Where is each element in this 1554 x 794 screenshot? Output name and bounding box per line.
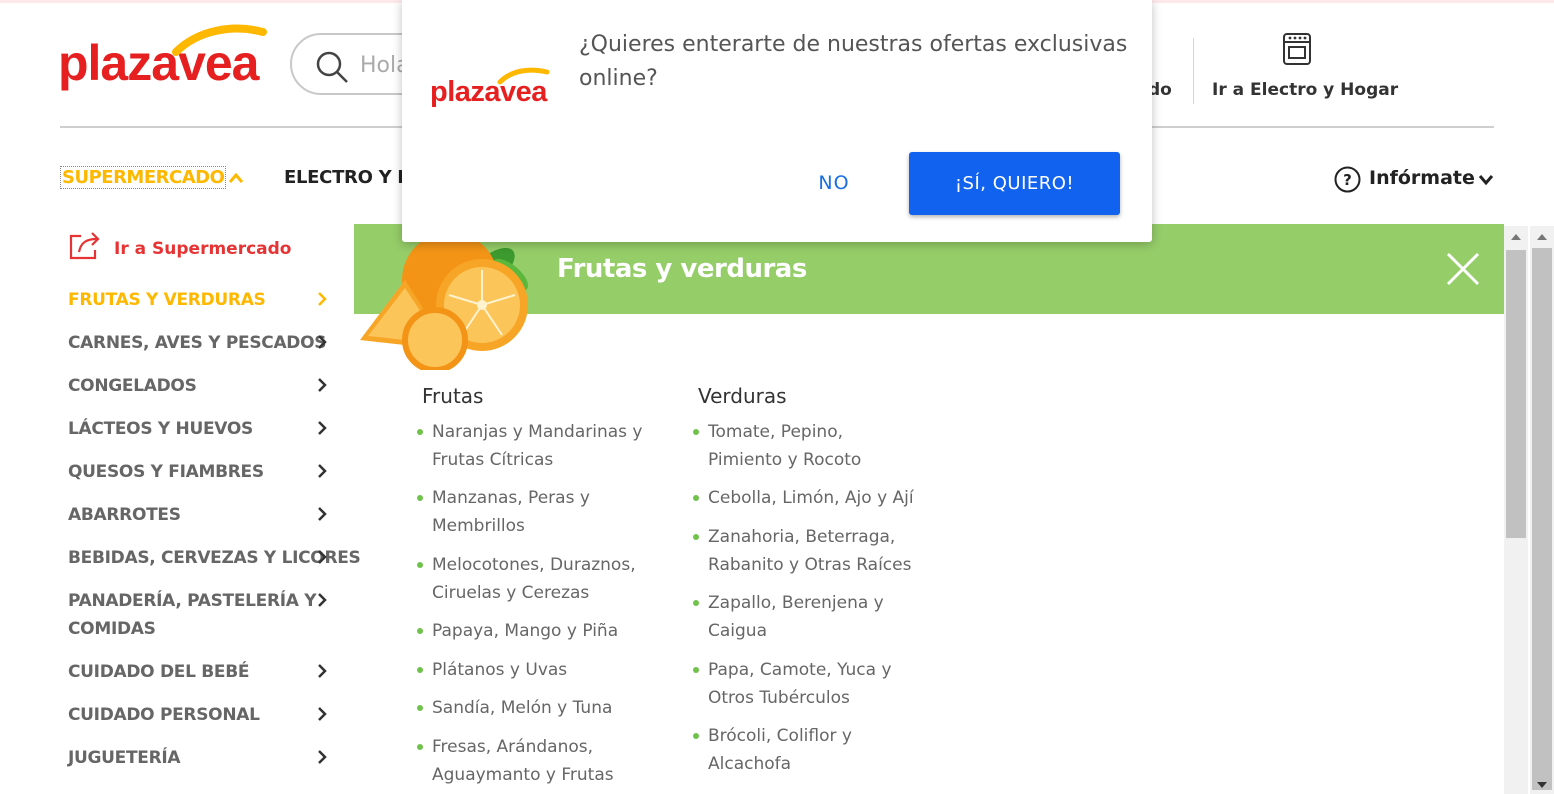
help-circle-icon: ? (1334, 166, 1361, 193)
chevron-right-icon (318, 421, 327, 435)
svg-text:plazavea: plazavea (430, 76, 548, 108)
panel-scrollbar[interactable] (1504, 226, 1528, 794)
subcategory-link[interactable]: Papaya, Mango y Piña (417, 617, 618, 645)
close-icon[interactable] (1444, 250, 1482, 288)
chevron-right-icon (318, 750, 327, 764)
page-scrollbar[interactable] (1530, 226, 1554, 794)
chevron-up-icon (228, 172, 244, 183)
chevron-down-icon[interactable] (1478, 174, 1494, 186)
subcategory-link[interactable]: Fresas, Arándanos, Aguaymanto y Frutas (417, 733, 614, 789)
subcategory-link[interactable]: Manzanas, Peras y Membrillos (417, 484, 590, 540)
chevron-right-icon (318, 292, 327, 306)
category-panaderia-line2[interactable]: COMIDAS (68, 615, 318, 644)
chevron-right-icon (318, 507, 327, 521)
header-divider (1193, 38, 1194, 104)
nav-supermercado[interactable]: SUPERMERCADO (60, 166, 227, 189)
category-carnes[interactable]: CARNES, AVES Y PESCADOS (68, 329, 327, 358)
subcategory-link[interactable]: Naranjas y Mandarinas y Frutas Cítricas (417, 418, 642, 474)
frutas-heading[interactable]: Frutas (422, 384, 483, 408)
panel-title: Frutas y verduras (557, 254, 807, 284)
chevron-right-icon (318, 378, 327, 392)
subcategory-link[interactable]: Zanahoria, Beterraga, Rabanito y Otras Ra… (693, 523, 911, 579)
verduras-heading[interactable]: Verduras (698, 384, 787, 408)
plazavea-logo: plazavea (430, 67, 550, 108)
subcategory-link[interactable]: Melocotones, Duraznos, Ciruelas y Cerezas (417, 551, 636, 607)
category-jugueteria[interactable]: JUGUETERÍA (68, 744, 318, 773)
category-panaderia[interactable]: PANADERÍA, PASTELERÍA Y (68, 587, 318, 616)
page-scrollbar-thumb[interactable] (1532, 248, 1552, 790)
subcategory-link[interactable]: Zapallo, Berenjena y Caigua (693, 589, 884, 645)
accept-button[interactable]: ¡SÍ, QUIERO! (909, 152, 1120, 215)
category-lacteos[interactable]: LÁCTEOS Y HUEVOS (68, 415, 318, 444)
category-frutas-verduras[interactable]: FRUTAS Y VERDURAS (68, 286, 318, 315)
category-quesos[interactable]: QUESOS Y FIAMBRES (68, 458, 318, 487)
subscription-modal: plazavea ¿Quieres enterarte de nuestras … (402, 0, 1152, 242)
subcategory-link[interactable]: Plátanos y Uvas (417, 656, 567, 684)
chevron-right-icon (318, 593, 327, 607)
svg-text:plazavea: plazavea (58, 35, 261, 91)
nav-electro-hogar[interactable]: ELECTRO Y H (284, 167, 412, 188)
category-abarrotes[interactable]: ABARROTES (68, 501, 318, 530)
subcategory-link[interactable]: Cebolla, Limón, Ajo y Ají (693, 484, 914, 512)
category-bebidas[interactable]: BEBIDAS, CERVEZAS Y LICORES (68, 544, 361, 573)
decline-button[interactable]: NO (804, 158, 864, 208)
stove-icon (1283, 33, 1311, 65)
subcategory-link[interactable]: Tomate, Pepino, Pimiento y Rocoto (693, 418, 861, 474)
share-arrow-icon (69, 232, 100, 260)
subcategory-link[interactable]: Sandía, Melón y Tuna (417, 694, 612, 722)
search-icon (316, 51, 348, 83)
category-cuidado-bebe[interactable]: CUIDADO DEL BEBÉ (68, 658, 318, 687)
goto-supermercado-link[interactable]: Ir a Supermercado (114, 239, 291, 259)
panel-scrollbar-thumb[interactable] (1506, 250, 1526, 538)
chevron-right-icon (318, 464, 327, 478)
category-congelados[interactable]: CONGELADOS (68, 372, 318, 401)
subcategory-link[interactable]: Brócoli, Coliflor y Alcachofa (693, 722, 852, 778)
svg-text:?: ? (1343, 171, 1352, 189)
electro-hogar-link[interactable]: Ir a Electro y Hogar (1212, 80, 1398, 100)
chevron-right-icon (318, 550, 327, 564)
chevron-right-icon (318, 335, 327, 349)
nav-informate[interactable]: Infórmate (1369, 167, 1475, 189)
modal-message: ¿Quieres enterarte de nuestras ofertas e… (579, 32, 1128, 91)
chevron-right-icon (318, 707, 327, 721)
chevron-right-icon (318, 664, 327, 678)
subcategory-link[interactable]: Papa, Camote, Yuca y Otros Tubérculos (693, 656, 892, 712)
category-cuidado-personal[interactable]: CUIDADO PERSONAL (68, 701, 318, 730)
plazavea-logo[interactable]: plazavea (58, 22, 268, 100)
orange-fruit-image (360, 232, 529, 370)
